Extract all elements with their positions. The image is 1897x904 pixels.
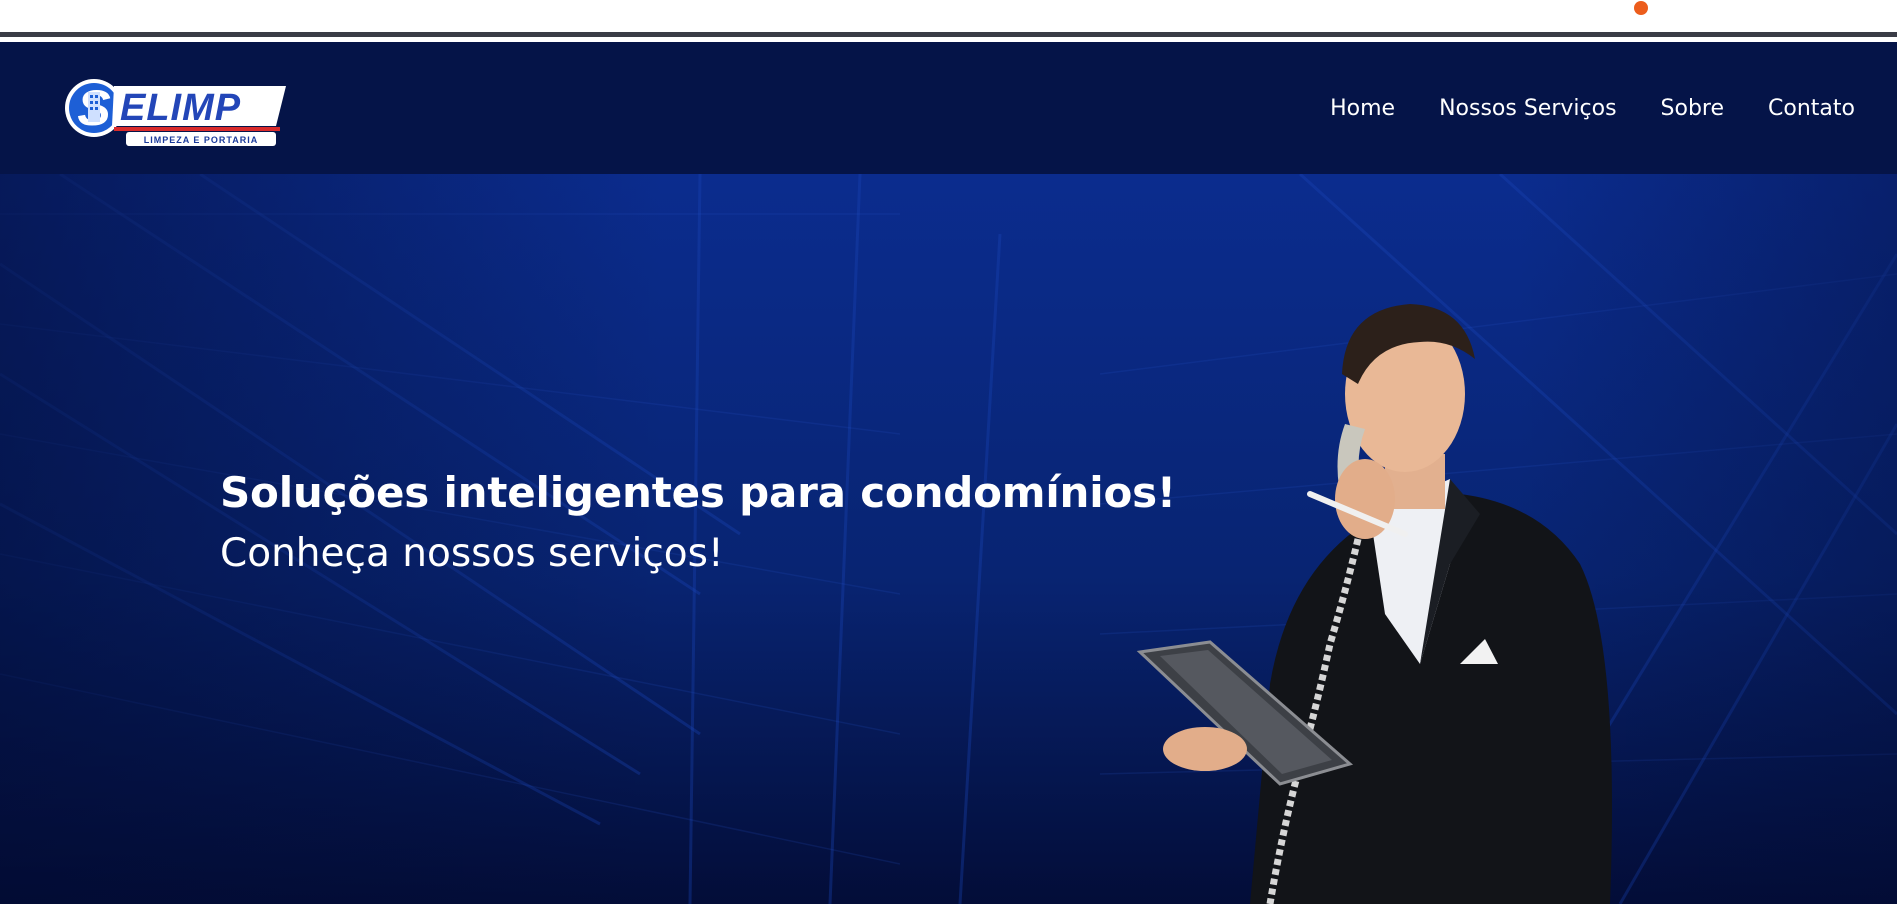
- site-header: S ELIMP LIMPEZA E PORTARIA Home Nossos S…: [0, 42, 1897, 174]
- notification-dot: [1634, 1, 1648, 15]
- hero-subtitle: Conheça nossos serviços!: [220, 531, 724, 576]
- hero-text: Soluções inteligentes para condomínios! …: [220, 468, 1176, 576]
- nav-contact[interactable]: Contato: [1768, 96, 1855, 121]
- logo-wordmark: ELIMP: [120, 87, 241, 129]
- hero-section: Soluções inteligentes para condomínios! …: [0, 174, 1897, 904]
- logo-tagline: LIMPEZA E PORTARIA: [144, 135, 259, 145]
- hero-person-image: [1136, 304, 1612, 904]
- nav-about[interactable]: Sobre: [1661, 96, 1725, 121]
- nav-services[interactable]: Nossos Serviços: [1439, 96, 1616, 121]
- hero-title: Soluções inteligentes para condomínios!: [220, 468, 1176, 517]
- nav-home[interactable]: Home: [1330, 96, 1395, 121]
- main-nav: Home Nossos Serviços Sobre Contato: [1286, 42, 1855, 174]
- site-logo[interactable]: S ELIMP LIMPEZA E PORTARIA: [64, 72, 288, 148]
- top-strip: [0, 0, 1897, 37]
